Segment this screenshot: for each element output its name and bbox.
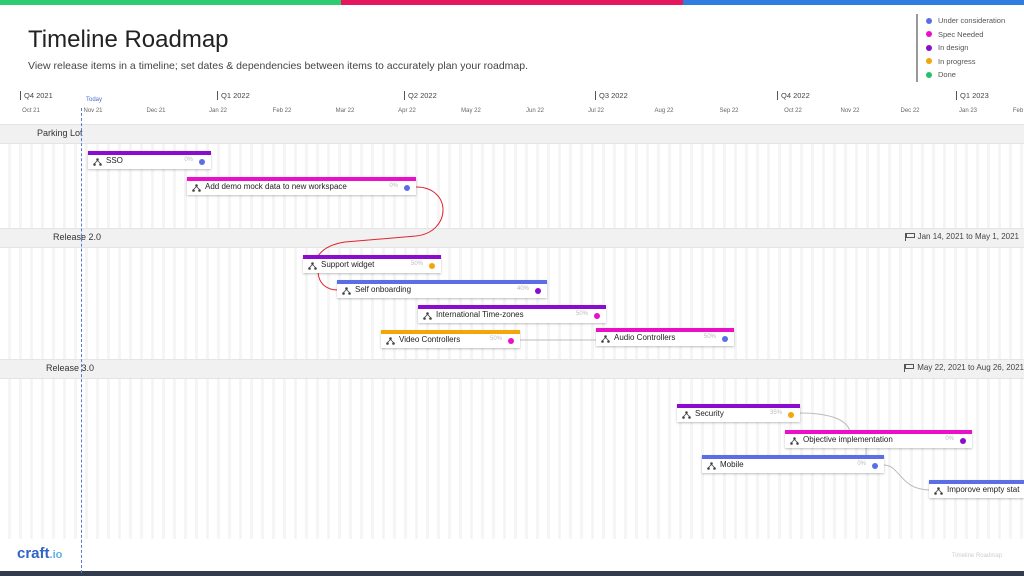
roadmap-item-objective-implementation[interactable]: Objective implementation 0% xyxy=(785,430,972,448)
hierarchy-icon xyxy=(682,411,691,419)
hierarchy-icon xyxy=(342,287,351,295)
item-label: Support widget xyxy=(321,260,375,269)
roadmap-item-self-onboarding[interactable]: Self onboarding 40% xyxy=(337,280,547,298)
roadmap-item-mobile[interactable]: Mobile 0% xyxy=(702,455,884,473)
item-percent: 50% xyxy=(575,311,588,317)
status-dot-icon xyxy=(508,338,514,344)
item-label: Add demo mock data to new workspace xyxy=(205,182,347,191)
item-label: Self onboarding xyxy=(355,285,412,294)
dependency-line xyxy=(883,464,931,491)
hierarchy-icon xyxy=(707,462,716,470)
hierarchy-icon xyxy=(93,158,102,166)
status-dot-icon xyxy=(429,263,435,269)
item-percent: 35% xyxy=(769,410,782,416)
item-label: Mobile xyxy=(720,460,744,469)
item-label: Video Controllers xyxy=(399,335,461,344)
hierarchy-icon xyxy=(934,487,943,495)
roadmap-item-improve-empty-state[interactable]: Imporove empty stat xyxy=(929,480,1024,498)
item-label: Objective implementation xyxy=(803,435,893,444)
status-dot-icon xyxy=(722,336,728,342)
dependency-line xyxy=(317,269,339,291)
status-dot-icon xyxy=(199,159,205,165)
hierarchy-icon xyxy=(423,312,432,320)
item-percent: 0% xyxy=(945,436,954,442)
status-dot-icon xyxy=(404,185,410,191)
item-percent: 50% xyxy=(410,261,423,267)
hierarchy-icon xyxy=(790,437,799,445)
hierarchy-icon xyxy=(308,262,317,270)
status-dot-icon xyxy=(872,463,878,469)
status-dot-icon xyxy=(960,438,966,444)
item-percent: 0% xyxy=(857,461,866,467)
status-dot-icon xyxy=(788,412,794,418)
item-percent: 40% xyxy=(516,286,529,292)
item-label: Security xyxy=(695,409,724,418)
item-percent: 50% xyxy=(489,336,502,342)
hierarchy-icon xyxy=(601,335,610,343)
roadmap-item-support-widget[interactable]: Support widget 50% xyxy=(303,255,441,273)
roadmap-item-add-demo-mock-data[interactable]: Add demo mock data to new workspace 0% xyxy=(187,177,416,195)
roadmap-item-international-time-zones[interactable]: International Time-zones 50% xyxy=(418,305,606,323)
roadmap-item-video-controllers[interactable]: Video Controllers 50% xyxy=(381,330,520,348)
status-dot-icon xyxy=(535,288,541,294)
roadmap-item-audio-controllers[interactable]: Audio Controllers 50% xyxy=(596,328,734,346)
item-percent: 50% xyxy=(703,334,716,340)
item-label: SSO xyxy=(106,156,123,165)
hierarchy-icon xyxy=(386,337,395,345)
item-percent: 0% xyxy=(184,157,193,163)
status-dot-icon xyxy=(594,313,600,319)
item-label: Audio Controllers xyxy=(614,333,676,342)
item-label: International Time-zones xyxy=(436,310,524,319)
roadmap-item-sso[interactable]: SSO 0% xyxy=(88,151,211,169)
dependency-line xyxy=(315,186,444,266)
hierarchy-icon xyxy=(192,184,201,192)
item-label: Imporove empty stat xyxy=(947,485,1020,494)
item-percent: 0% xyxy=(389,183,398,189)
roadmap-item-security[interactable]: Security 35% xyxy=(677,404,800,422)
